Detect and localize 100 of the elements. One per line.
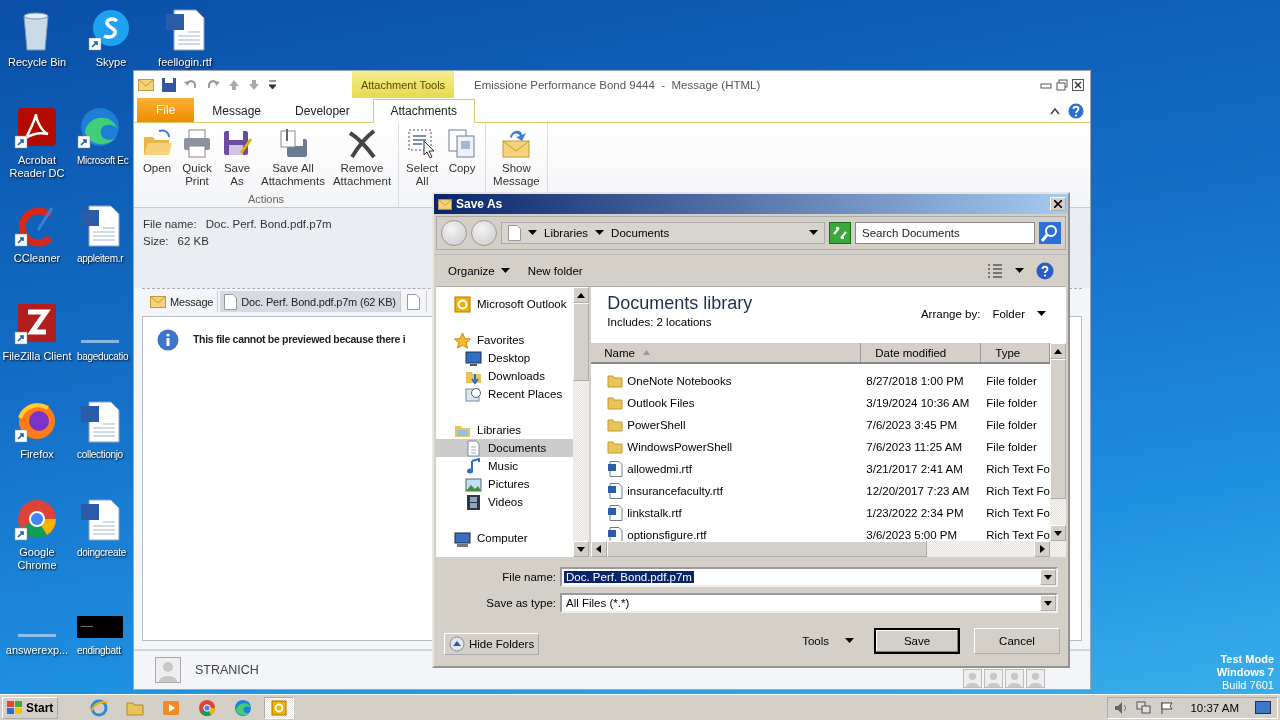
address-bar[interactable]: Libraries Documents <box>501 222 825 244</box>
desktop-icon-label[interactable]: bageducatio <box>77 350 129 363</box>
ribbon-button-label[interactable]: Select All <box>406 162 439 188</box>
attachment-tab[interactable]: Message <box>146 291 219 312</box>
library-title: Documents library <box>607 293 753 314</box>
ribbon-button-label[interactable]: Quick Print <box>182 162 212 188</box>
search-field[interactable]: Search Documents <box>855 222 1035 244</box>
attachment-tab[interactable]: Doc. Perf. Bond.pdf.p7m (62 KB) <box>220 291 401 312</box>
ribbon-button-label[interactable]: Remove Attachment <box>332 162 392 188</box>
nav-item-label[interactable]: Libraries <box>477 424 522 436</box>
file-name-cell[interactable]: allowedmi.rtf <box>627 463 692 475</box>
nav-item[interactable]: Music <box>436 457 574 475</box>
window-title: Emissione Performance Bond 9444 - Message (HTML) <box>474 77 762 93</box>
tab-label[interactable]: Doc. Perf. Bond.pdf.p7m (62 KB) <box>241 295 396 308</box>
desktop-icon-label[interactable]: Skype <box>95 56 127 69</box>
desktop-icon-label[interactable]: feellogin.rtf <box>158 56 212 69</box>
nav-item-label[interactable]: Documents <box>488 442 547 454</box>
dialog-button[interactable]: Save <box>874 628 960 654</box>
nav-item[interactable]: Recent Places <box>436 385 574 403</box>
ribbon-group-label: Actions <box>248 193 285 205</box>
ribbon-button-label[interactable]: Save All Attachments <box>261 162 325 188</box>
type-cell-text: Rich Text Fo <box>985 463 1050 475</box>
ribbon-tab[interactable]: Developer <box>279 100 366 122</box>
nav-item-label[interactable]: Computer <box>477 532 528 544</box>
file-name-value: Doc. Perf. Bond.pdf.p7m <box>205 218 332 230</box>
breadcrumb-item[interactable]: Libraries <box>544 227 589 239</box>
nav-item-label[interactable]: Downloads <box>488 370 545 382</box>
nav-item-label[interactable]: Recent Places <box>488 388 563 400</box>
column-header[interactable]: Date modified <box>861 343 982 362</box>
file-name-cell[interactable]: insurancefaculty.rtf <box>627 485 723 497</box>
arrange-dropdown[interactable]: Folder <box>992 308 1025 320</box>
tab-label[interactable]: Message <box>170 295 214 308</box>
desktop-icon-label[interactable]: Microsoft Ec <box>77 154 129 167</box>
field-label: File name: <box>143 218 197 230</box>
nav-item[interactable]: Favorites <box>436 331 574 349</box>
hide-folders-button[interactable]: Hide Folders <box>444 633 540 655</box>
date-cell-text: 7/6/2023 3:45 PM <box>865 419 959 431</box>
ribbon-button-label[interactable]: Copy <box>448 162 476 175</box>
nav-item[interactable]: Microsoft Outlook <box>436 295 574 313</box>
date-cell-text: 3/6/2023 5:00 PM <box>865 529 959 541</box>
file-size-value: 62 KB <box>177 235 209 247</box>
nav-item[interactable]: Pictures <box>436 475 574 493</box>
arrange-label: Arrange by: <box>920 308 981 320</box>
nav-item[interactable]: Downloads <box>436 367 574 385</box>
desktop-icon-label[interactable]: doingcreate <box>77 546 126 559</box>
contextual-tab-header: Attachment Tools <box>352 71 454 98</box>
ribbon-button-label[interactable]: Open <box>142 162 172 175</box>
start-button[interactable]: Start <box>2 696 59 719</box>
save-type-dropdown[interactable]: All Files (*.*) <box>560 593 1058 613</box>
dialog-button[interactable]: Cancel <box>974 628 1060 654</box>
desktop-icon-label[interactable]: appleitem.r <box>77 252 124 265</box>
nav-item-label[interactable]: Pictures <box>488 478 530 490</box>
type-cell-text: Rich Text Fo <box>985 507 1050 519</box>
file-name-cell[interactable]: Outlook Files <box>627 397 695 409</box>
desktop-icon-label[interactable]: endingbatt <box>77 644 121 657</box>
desktop-icon-label[interactable]: answerexp... <box>5 644 69 657</box>
nav-item[interactable]: Libraries <box>436 421 574 439</box>
breadcrumb-item[interactable]: Documents <box>611 227 670 239</box>
ribbon-tab[interactable]: Attachments <box>372 99 475 123</box>
file-name-cell[interactable]: PowerShell <box>627 419 686 431</box>
file-name-cell[interactable]: linkstalk.rtf <box>627 507 682 519</box>
column-header[interactable]: Name <box>591 343 862 362</box>
type-cell-text: Rich Text Fo <box>985 485 1050 497</box>
date-cell-text: 12/20/2017 7:23 AM <box>865 485 971 497</box>
nav-item[interactable]: Documents <box>436 439 574 457</box>
toolbar-button[interactable]: Organize <box>448 264 495 277</box>
nav-item-label[interactable]: Videos <box>488 496 523 508</box>
file-name-cell[interactable]: WindowsPowerShell <box>627 441 733 453</box>
field-label: Save as type: <box>485 597 557 609</box>
nav-item-label[interactable]: Microsoft Outlook <box>477 298 567 310</box>
file-name-cell[interactable]: optionsfigure.rtf <box>627 529 707 541</box>
desktop-icon-label[interactable]: Acrobat Reader DC <box>1 154 73 180</box>
type-cell-text: File folder <box>985 419 1038 431</box>
desktop-icon-label[interactable]: collectionjo <box>77 448 123 461</box>
type-cell-text: File folder <box>985 397 1038 409</box>
ribbon-button-label[interactable]: Save As <box>223 162 251 188</box>
date-cell-text: 1/23/2022 2:34 PM <box>865 507 965 519</box>
desktop-icon-label[interactable]: CCleaner <box>13 252 61 265</box>
desktop-icon-label[interactable]: FileZilla Client <box>2 350 72 363</box>
type-cell-text: Rich Text Fo <box>985 529 1050 541</box>
nav-item-label[interactable]: Favorites <box>477 334 525 346</box>
file-name-field[interactable]: Doc. Perf. Bond.pdf.p7m <box>560 567 1058 587</box>
nav-item[interactable]: Desktop <box>436 349 574 367</box>
ribbon-button-label[interactable]: Show Message <box>493 162 540 188</box>
field-label: Size: <box>143 235 169 247</box>
sender-name: STRANICH <box>195 663 259 677</box>
desktop-icon-label[interactable]: Recycle Bin <box>7 56 67 69</box>
ribbon-tab[interactable]: Message <box>196 100 278 122</box>
file-name-cell[interactable]: OneNote Notebooks <box>627 375 732 387</box>
desktop-icon-label[interactable]: Firefox <box>20 448 54 461</box>
nav-item[interactable]: Videos <box>436 493 574 511</box>
type-cell-text: File folder <box>985 441 1038 453</box>
toolbar-button[interactable]: New folder <box>527 264 583 277</box>
date-cell-text: 3/21/2017 2:41 AM <box>865 463 964 475</box>
desktop-icon-label[interactable]: Google Chrome <box>1 546 73 572</box>
library-includes: Includes: 2 locations <box>607 316 713 328</box>
nav-item-label[interactable]: Desktop <box>488 352 531 364</box>
nav-item-label[interactable]: Music <box>488 460 519 472</box>
tools-menu[interactable]: Tools <box>802 635 829 647</box>
nav-item[interactable]: Computer <box>436 529 574 547</box>
